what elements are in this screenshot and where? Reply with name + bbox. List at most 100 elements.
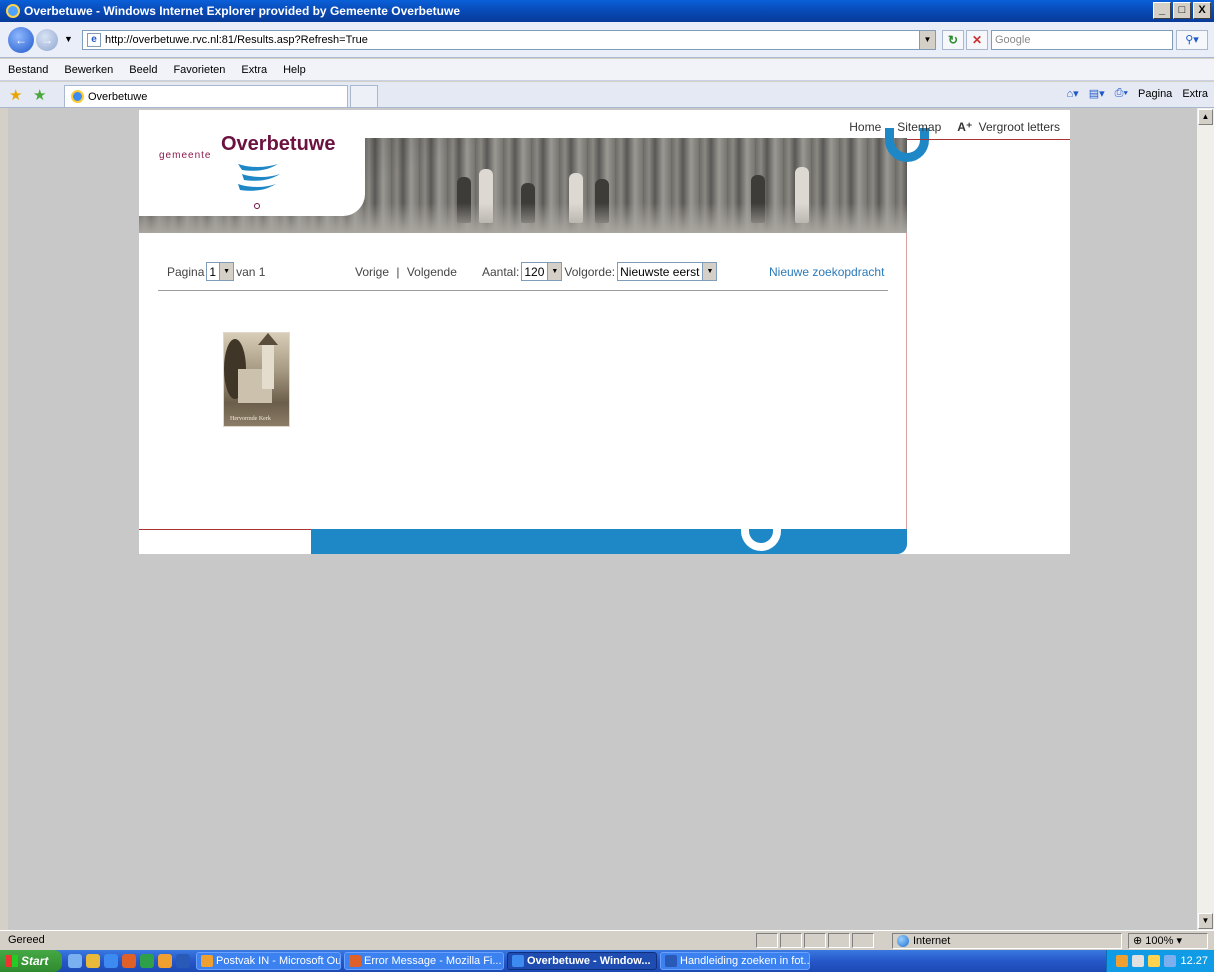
sitemap-link[interactable]: Sitemap	[897, 120, 941, 134]
history-dropdown-icon[interactable]: ▼	[64, 34, 73, 44]
scroll-down-icon[interactable]: ▼	[1198, 913, 1213, 929]
new-tab-button[interactable]	[350, 85, 378, 107]
ie-icon	[512, 955, 524, 967]
separator: |	[396, 265, 400, 279]
task-outlook[interactable]: Postvak IN - Microsoft Ou...	[196, 952, 341, 970]
status-panel	[828, 933, 850, 948]
word-icon[interactable]	[176, 954, 190, 968]
menu-extra[interactable]: Extra	[239, 64, 269, 76]
order-select[interactable]: Nieuwste eerst ▼	[617, 262, 718, 281]
task-word[interactable]: Handleiding zoeken in fot...	[660, 952, 810, 970]
chevron-down-icon: ▼	[219, 263, 234, 280]
stop-button[interactable]: ✕	[966, 30, 988, 50]
address-bar[interactable]: e http://overbetuwe.rvc.nl:81/Results.as…	[82, 30, 936, 50]
enlarge-text-link[interactable]: A⁺ Vergroot letters	[957, 120, 1060, 134]
status-panel	[756, 933, 778, 948]
refresh-button[interactable]: ↻	[942, 30, 964, 50]
pagination: Pagina 1 ▼ van 1	[167, 262, 265, 281]
taskbar: Start Postvak IN - Microsoft Ou... Error…	[0, 950, 1214, 972]
minimize-button[interactable]: _	[1153, 2, 1171, 19]
firefox-icon[interactable]	[122, 954, 136, 968]
results-divider	[158, 290, 888, 291]
zoom-level[interactable]: ⊕ 100% ▾	[1128, 933, 1208, 949]
status-bar: Gereed Internet ⊕ 100% ▾	[0, 930, 1214, 950]
outlook-icon	[201, 955, 213, 967]
status-text: Gereed	[8, 934, 45, 946]
task-ie[interactable]: Overbetuwe - Window...	[507, 952, 657, 970]
address-text[interactable]: http://overbetuwe.rvc.nl:81/Results.asp?…	[105, 34, 368, 46]
web-page: gemeente Overbetuwe Home Sitemap A⁺ Verg…	[139, 110, 1070, 554]
footer-left	[139, 529, 311, 554]
banner-figure	[751, 175, 765, 223]
favorites-star-icon[interactable]: ★	[9, 86, 22, 104]
page-select[interactable]: 1 ▼	[206, 262, 235, 281]
count-select-value: 120	[524, 264, 545, 279]
maximize-button[interactable]: □	[1173, 2, 1191, 19]
app-icon[interactable]	[140, 954, 154, 968]
chevron-down-icon: ▼	[547, 263, 562, 280]
result-thumbnail[interactable]: Hervormde Kerk	[223, 332, 290, 427]
thumb-roof	[258, 333, 278, 345]
volgorde-label: Volgorde:	[564, 264, 616, 279]
van-label: van 1	[236, 264, 266, 279]
address-dropdown-icon[interactable]: ▼	[919, 31, 935, 49]
chevron-down-icon: ▾	[1176, 935, 1183, 947]
banner-figure	[569, 173, 583, 223]
zoom-icon: ⊕	[1133, 935, 1143, 947]
pagina-menu[interactable]: Pagina	[1138, 88, 1172, 100]
task-firefox[interactable]: Error Message - Mozilla Fi...	[344, 952, 504, 970]
menu-help[interactable]: Help	[281, 64, 308, 76]
print-icon[interactable]: ⎙▾	[1115, 87, 1128, 100]
menu-favorieten[interactable]: Favorieten	[171, 64, 227, 76]
tray-icon[interactable]	[1132, 955, 1145, 967]
add-favorite-icon[interactable]: ★	[33, 86, 46, 104]
tab-overbetuwe[interactable]: Overbetuwe	[64, 85, 348, 107]
security-zone[interactable]: Internet	[892, 933, 1122, 949]
feeds-icon[interactable]: ▤▾	[1089, 87, 1105, 100]
menu-bestand[interactable]: Bestand	[6, 64, 50, 76]
messenger-icon[interactable]	[86, 954, 100, 968]
task-label: Overbetuwe - Window...	[527, 955, 651, 967]
outlook-icon[interactable]	[158, 954, 172, 968]
start-button[interactable]: Start	[0, 950, 62, 972]
tray-icon[interactable]	[1148, 955, 1161, 967]
show-desktop-icon[interactable]	[68, 954, 82, 968]
count-select[interactable]: 120 ▼	[521, 262, 563, 281]
home-icon[interactable]: ⌂▾	[1067, 87, 1079, 100]
globe-icon	[897, 935, 909, 947]
tray-icon[interactable]	[1116, 955, 1129, 967]
ie-icon[interactable]	[104, 954, 118, 968]
back-button[interactable]: ←	[8, 27, 34, 53]
scroll-up-icon[interactable]: ▲	[1198, 109, 1213, 125]
search-input[interactable]: Google	[991, 30, 1173, 50]
page-select-value: 1	[209, 264, 217, 279]
tray-icon[interactable]	[1164, 955, 1177, 967]
menu-bar: Bestand Bewerken Beeld Favorieten Extra …	[0, 59, 1214, 81]
flag-icon	[238, 164, 280, 191]
volgende-link[interactable]: Volgende	[407, 265, 457, 279]
logo-overbetuwe: Overbetuwe	[221, 133, 336, 155]
status-panel	[852, 933, 874, 948]
vorige-link[interactable]: Vorige	[355, 265, 389, 279]
menu-beeld[interactable]: Beeld	[127, 64, 159, 76]
zoom-value: 100%	[1145, 935, 1174, 947]
viewport-left-border	[0, 108, 8, 930]
search-button[interactable]: ⚲▾	[1176, 30, 1208, 50]
home-link[interactable]: Home	[849, 120, 881, 134]
close-button[interactable]: X	[1193, 2, 1211, 19]
banner-figure	[457, 177, 471, 223]
window-title: Overbetuwe - Windows Internet Explorer p…	[24, 4, 460, 18]
title-bar: Overbetuwe - Windows Internet Explorer p…	[0, 0, 1214, 22]
new-search-link[interactable]: Nieuwe zoekopdracht	[769, 265, 884, 279]
chevron-down-icon: ▼	[702, 263, 717, 280]
vertical-scrollbar[interactable]: ▲ ▼	[1196, 108, 1214, 930]
logo[interactable]: gemeente Overbetuwe	[139, 110, 365, 216]
menu-bewerken[interactable]: Bewerken	[62, 64, 115, 76]
logo-dot-icon	[254, 203, 260, 209]
order-select-value: Nieuwste eerst	[620, 264, 700, 279]
right-border-line	[906, 233, 907, 529]
forward-button[interactable]: →	[36, 29, 58, 51]
banner-figure	[595, 179, 609, 223]
logo-gemeente: gemeente	[159, 150, 212, 161]
extra-menu[interactable]: Extra	[1182, 88, 1208, 100]
